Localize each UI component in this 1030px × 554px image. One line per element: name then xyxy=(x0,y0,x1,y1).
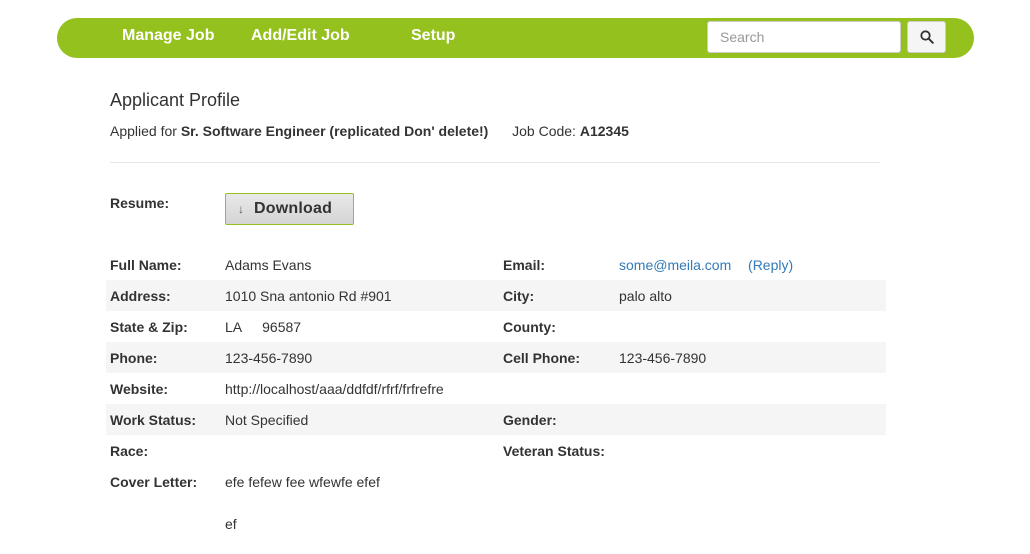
email-link[interactable]: some@meila.com xyxy=(619,257,731,273)
city-label: City: xyxy=(503,288,535,304)
detail-row: Website: http://localhost/aaa/ddfdf/rfrf… xyxy=(106,373,886,404)
job-code-label: Job Code: xyxy=(512,123,576,139)
detail-row: Cover Letter: xyxy=(106,466,886,497)
website-label: Website: xyxy=(110,381,169,397)
gender-label: Gender: xyxy=(503,412,557,428)
detail-row: Race: Veteran Status: xyxy=(106,435,886,466)
cell-phone-value: 123-456-7890 xyxy=(619,350,707,366)
phone-value: 123-456-7890 xyxy=(225,350,313,366)
address-value: 1010 Sna antonio Rd #901 xyxy=(225,288,392,304)
job-code: A12345 xyxy=(579,123,629,139)
top-navbar: Manage Job Add/Edit Job Setup xyxy=(57,18,974,58)
email-cell: some@meila.com (Reply) xyxy=(619,257,793,273)
cover-letter-line1: efe fefew fee wfewfe efef xyxy=(225,474,380,490)
download-resume-button[interactable]: ↓ Download xyxy=(225,193,354,225)
state-zip-value: LA 96587 xyxy=(225,319,301,335)
job-title: Sr. Software Engineer (replicated Don' d… xyxy=(180,123,489,139)
search-icon xyxy=(919,30,934,44)
website-value: http://localhost/aaa/ddfdf/rfrf/frfrefre xyxy=(225,381,444,397)
detail-row: Full Name: Adams Evans Email: some@meila… xyxy=(106,249,886,280)
work-status-value: Not Specified xyxy=(225,412,309,428)
header-divider xyxy=(110,162,880,163)
city-value: palo alto xyxy=(619,288,672,304)
search-input[interactable] xyxy=(707,21,901,53)
download-label: Download xyxy=(254,200,333,217)
nav-manage-job[interactable]: Manage Job xyxy=(122,27,214,45)
nav-add-edit-job[interactable]: Add/Edit Job xyxy=(251,27,350,45)
race-label: Race: xyxy=(110,443,149,459)
county-label: County: xyxy=(503,319,556,335)
email-label: Email: xyxy=(503,257,546,273)
full-name-label: Full Name: xyxy=(110,257,182,273)
address-label: Address: xyxy=(110,288,171,304)
detail-row: Phone: 123-456-7890 Cell Phone: 123-456-… xyxy=(106,342,886,373)
applied-prefix: Applied for xyxy=(110,123,177,139)
cover-letter-label: Cover Letter: xyxy=(110,474,198,490)
reply-link[interactable]: (Reply) xyxy=(748,257,793,273)
zip-value: 96587 xyxy=(262,319,302,335)
cover-letter-line2: ef xyxy=(225,516,237,532)
nav-setup[interactable]: Setup xyxy=(411,27,455,45)
state-zip-label: State & Zip: xyxy=(110,319,188,335)
state-value: LA xyxy=(225,319,242,335)
resume-label: Resume: xyxy=(110,195,170,211)
detail-row: State & Zip: LA 96587 County: xyxy=(106,311,886,342)
search-button[interactable] xyxy=(907,21,946,53)
applied-for-line: Applied for Sr. Software Engineer (repli… xyxy=(110,123,629,139)
cell-phone-label: Cell Phone: xyxy=(503,350,581,366)
detail-row: Work Status: Not Specified Gender: xyxy=(106,404,886,435)
download-arrow-icon: ↓ xyxy=(238,202,244,216)
detail-row: Address: 1010 Sna antonio Rd #901 City: … xyxy=(106,280,886,311)
work-status-label: Work Status: xyxy=(110,412,197,428)
phone-label: Phone: xyxy=(110,350,158,366)
page-title: Applicant Profile xyxy=(110,90,241,110)
full-name-value: Adams Evans xyxy=(225,257,312,273)
veteran-status-label: Veteran Status: xyxy=(503,443,605,459)
